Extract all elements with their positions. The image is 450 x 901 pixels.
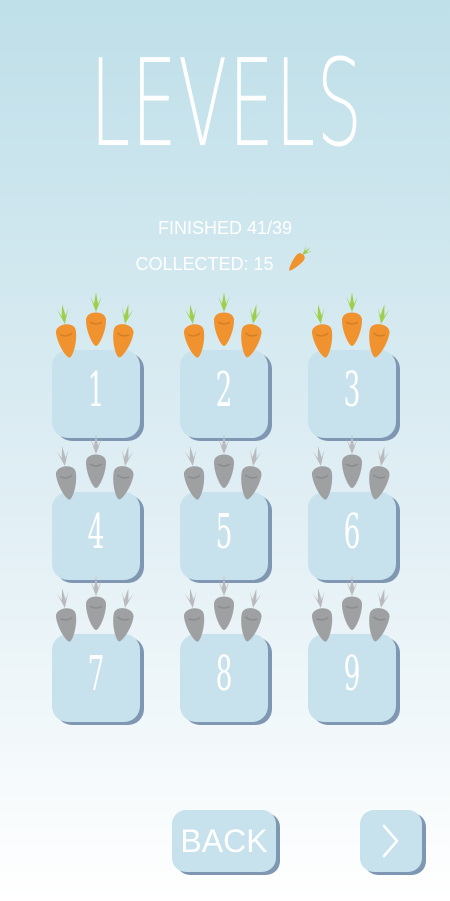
finished-label: FINISHED 41/39 bbox=[157, 218, 293, 238]
finished-count: FINISHED 41/39 bbox=[0, 218, 450, 239]
carrot-locked-icon-group bbox=[184, 576, 262, 642]
carrot-icon-group bbox=[312, 292, 390, 358]
level-button-9[interactable]: 9 bbox=[308, 576, 400, 722]
carrot-locked-icon-group bbox=[56, 576, 134, 642]
collected-label: COLLECTED: 15 bbox=[135, 253, 274, 274]
carrot-icon-group bbox=[184, 292, 262, 358]
level-number: 4 bbox=[87, 504, 105, 560]
level-button-1[interactable]: 1 bbox=[52, 292, 144, 438]
next-button[interactable] bbox=[360, 810, 422, 872]
carrot-locked-icon-group bbox=[56, 434, 134, 500]
level-button-2[interactable]: 2 bbox=[180, 292, 272, 438]
carrot-locked-icon-group bbox=[312, 434, 390, 500]
level-number: 8 bbox=[215, 646, 233, 702]
carrot-icon-group bbox=[56, 292, 134, 358]
level-number: 1 bbox=[87, 362, 105, 418]
collected-count: COLLECTED: 15 bbox=[0, 245, 450, 281]
level-button-5[interactable]: 5 bbox=[180, 434, 272, 580]
level-button-7[interactable]: 7 bbox=[52, 576, 144, 722]
back-button[interactable]: BACK bbox=[172, 810, 276, 872]
level-number: 5 bbox=[215, 504, 233, 560]
level-button-4[interactable]: 4 bbox=[52, 434, 144, 580]
level-button-6[interactable]: 6 bbox=[308, 434, 400, 580]
level-number: 7 bbox=[87, 646, 105, 702]
carrot-locked-icon-group bbox=[184, 434, 262, 500]
carrot-locked-icon-group bbox=[312, 576, 390, 642]
level-button-8[interactable]: 8 bbox=[180, 576, 272, 722]
carrot-icon bbox=[288, 245, 313, 271]
level-number: 9 bbox=[343, 646, 361, 702]
level-number: 6 bbox=[343, 504, 361, 560]
page-title: LEVELS bbox=[90, 35, 364, 174]
level-number: 2 bbox=[215, 362, 233, 418]
chevron-right-icon bbox=[382, 824, 399, 858]
back-label: BACK bbox=[180, 823, 268, 859]
level-button-3[interactable]: 3 bbox=[308, 292, 400, 438]
level-number: 3 bbox=[343, 362, 361, 418]
